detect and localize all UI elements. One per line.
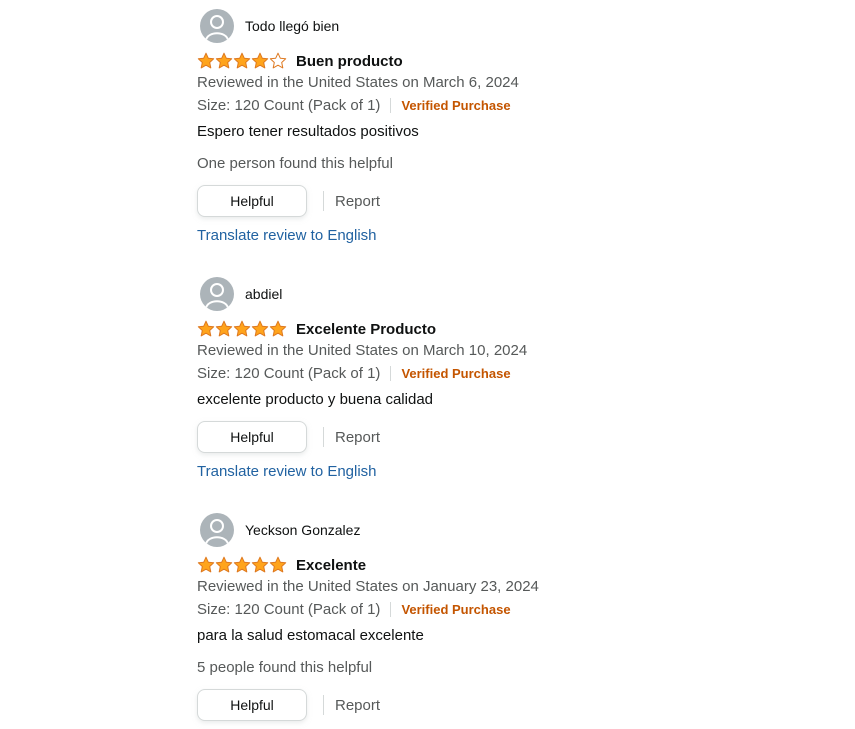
review-date: Reviewed in the United States on March 1… bbox=[197, 342, 528, 359]
star-full-icon bbox=[269, 556, 287, 574]
star-full-icon bbox=[215, 320, 233, 338]
review-body: para la salud estomacal excelente bbox=[197, 627, 424, 644]
review-card: abdiel Excelente Producto Reviewed in th… bbox=[197, 277, 527, 483]
star-rating[interactable] bbox=[197, 320, 287, 338]
divider bbox=[390, 97, 392, 113]
report-link[interactable]: Report bbox=[335, 697, 380, 714]
helpful-count: One person found this helpful bbox=[197, 155, 393, 172]
star-rating[interactable] bbox=[197, 52, 287, 70]
reviewer-name[interactable]: Yeckson Gonzalez bbox=[245, 522, 360, 538]
star-full-icon bbox=[197, 52, 215, 70]
reviewer-name[interactable]: abdiel bbox=[245, 286, 282, 302]
review-body: Espero tener resultados positivos bbox=[197, 123, 419, 140]
helpful-button[interactable]: Helpful bbox=[197, 421, 307, 453]
review-title[interactable]: Excelente Producto bbox=[296, 321, 436, 338]
star-full-icon bbox=[233, 52, 251, 70]
verified-purchase-badge: Verified Purchase bbox=[401, 601, 511, 617]
reviewer-profile[interactable]: Todo llegó bien bbox=[200, 9, 519, 43]
avatar-icon bbox=[200, 513, 234, 547]
divider bbox=[323, 191, 324, 211]
star-full-icon bbox=[251, 556, 269, 574]
size-variant[interactable]: Size: 120 Count (Pack of 1) bbox=[197, 97, 380, 114]
review-date: Reviewed in the United States on March 6… bbox=[197, 74, 519, 91]
divider bbox=[323, 695, 324, 715]
review-body: excelente producto y buena calidad bbox=[197, 391, 434, 408]
review-card: Yeckson Gonzalez Excelente Reviewed in t… bbox=[197, 513, 539, 722]
star-full-icon bbox=[251, 320, 269, 338]
verified-purchase-badge: Verified Purchase bbox=[401, 365, 511, 381]
star-full-icon bbox=[233, 320, 251, 338]
review-title[interactable]: Buen producto bbox=[296, 53, 403, 70]
reviewer-profile[interactable]: abdiel bbox=[200, 277, 527, 311]
report-link[interactable]: Report bbox=[335, 429, 380, 446]
star-full-icon bbox=[269, 320, 287, 338]
star-empty-icon bbox=[269, 52, 287, 70]
helpful-count: 5 people found this helpful bbox=[197, 659, 373, 676]
verified-purchase-badge: Verified Purchase bbox=[401, 97, 511, 113]
size-variant[interactable]: Size: 120 Count (Pack of 1) bbox=[197, 365, 380, 382]
helpful-button[interactable]: Helpful bbox=[197, 185, 307, 217]
translate-review-link[interactable]: Translate review to English bbox=[197, 461, 527, 483]
avatar-icon bbox=[200, 277, 234, 311]
star-rating[interactable] bbox=[197, 556, 287, 574]
reviewer-profile[interactable]: Yeckson Gonzalez bbox=[200, 513, 539, 547]
size-variant[interactable]: Size: 120 Count (Pack of 1) bbox=[197, 601, 380, 618]
divider bbox=[390, 365, 392, 381]
divider bbox=[390, 601, 392, 617]
translate-review-link[interactable]: Translate review to English bbox=[197, 225, 519, 247]
star-full-icon bbox=[215, 52, 233, 70]
review-date: Reviewed in the United States on January… bbox=[197, 578, 539, 595]
review-title[interactable]: Excelente bbox=[296, 557, 366, 574]
review-card: Todo llegó bien Buen producto Reviewed i… bbox=[197, 9, 519, 247]
star-full-icon bbox=[233, 556, 251, 574]
star-full-icon bbox=[251, 52, 269, 70]
report-link[interactable]: Report bbox=[335, 193, 380, 210]
star-full-icon bbox=[197, 556, 215, 574]
star-full-icon bbox=[215, 556, 233, 574]
avatar-icon bbox=[200, 9, 234, 43]
star-full-icon bbox=[197, 320, 215, 338]
divider bbox=[323, 427, 324, 447]
helpful-button[interactable]: Helpful bbox=[197, 689, 307, 721]
reviewer-name[interactable]: Todo llegó bien bbox=[245, 18, 339, 34]
